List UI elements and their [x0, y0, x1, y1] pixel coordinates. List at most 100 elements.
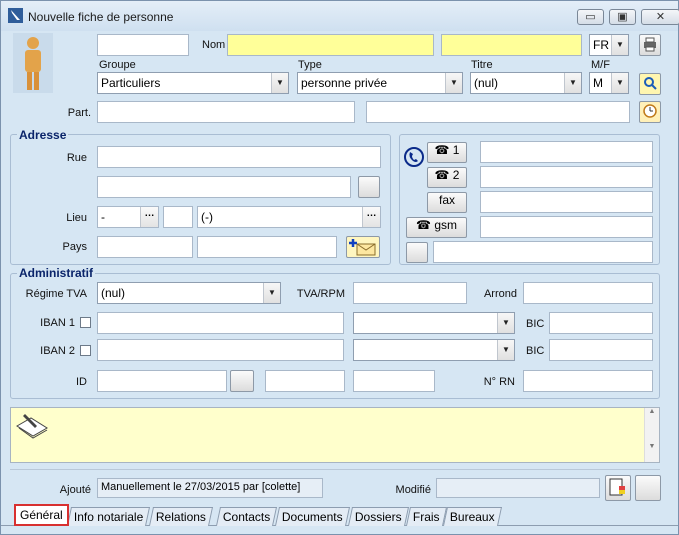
chevron-down-icon: ▼: [497, 340, 514, 360]
language-select[interactable]: FR ▼: [589, 34, 629, 56]
notes-scrollbar[interactable]: ▲ ▼: [644, 408, 659, 462]
nom-field[interactable]: [227, 34, 434, 56]
mf-label: M/F: [591, 59, 610, 71]
modifie-label: Modifié: [395, 484, 431, 496]
phone-icon: [404, 147, 424, 167]
titre-select[interactable]: (nul) ▼: [470, 72, 582, 94]
gender-value: M: [593, 76, 603, 90]
tab-info-notariale[interactable]: Info notariale: [66, 507, 151, 526]
person-form-window: Nouvelle fiche de personne ▭ ▣ ✕ Nom FR …: [0, 0, 679, 535]
tab-bureaux[interactable]: Bureaux: [442, 507, 502, 526]
magnifier-icon: [644, 77, 657, 90]
rue-field-2[interactable]: [97, 176, 351, 198]
minimize-button[interactable]: ▭: [577, 9, 604, 25]
tva-field[interactable]: [353, 282, 467, 304]
rn-label: N° RN: [483, 376, 515, 388]
iban2-checkbox[interactable]: [80, 345, 91, 356]
browse-city-button[interactable]: …: [362, 207, 380, 227]
tab-relations[interactable]: Relations: [148, 507, 214, 526]
groupe-label: Groupe: [99, 59, 136, 71]
iban1-field[interactable]: [97, 312, 344, 334]
browse-postal-button[interactable]: …: [140, 207, 158, 227]
groupe-select[interactable]: Particuliers ▼: [97, 72, 289, 94]
gender-select[interactable]: M ▼: [589, 72, 629, 94]
arrond-field[interactable]: [523, 282, 653, 304]
rue-field[interactable]: [97, 146, 381, 168]
city-field[interactable]: (-) …: [197, 206, 381, 228]
regime-value: (nul): [101, 286, 126, 300]
tab-contacts[interactable]: Contacts: [215, 507, 278, 526]
fax-button[interactable]: fax: [427, 192, 467, 213]
chevron-down-icon: ▼: [611, 35, 628, 55]
id-label: ID: [76, 376, 87, 388]
email-field[interactable]: [433, 241, 653, 263]
add-envelope-icon: [349, 239, 376, 256]
postal-suffix-field[interactable]: [163, 206, 193, 228]
add-address-button[interactable]: [346, 236, 380, 258]
phone2-button[interactable]: ☎ 2: [427, 167, 467, 188]
color-tag-icon: [609, 478, 625, 496]
rn-field[interactable]: [523, 370, 653, 392]
bic2-field[interactable]: [549, 339, 653, 361]
iban2-bank-select[interactable]: ▼: [353, 339, 515, 361]
nom-field-2[interactable]: [441, 34, 582, 56]
id-field-3[interactable]: [353, 370, 435, 392]
regime-select[interactable]: (nul) ▼: [97, 282, 281, 304]
id-button[interactable]: [230, 370, 254, 392]
chevron-down-icon: ▼: [611, 73, 628, 93]
phone2-label: 2: [452, 168, 460, 182]
clock-icon: [643, 104, 657, 118]
first-name-field[interactable]: [97, 34, 189, 56]
tab-general[interactable]: Général: [14, 504, 69, 526]
person-photo[interactable]: [13, 33, 53, 93]
iban2-field[interactable]: [97, 339, 344, 361]
pays-label: Pays: [62, 241, 87, 253]
language-value: FR: [593, 38, 609, 52]
pays-code-field[interactable]: [97, 236, 193, 258]
gsm-field[interactable]: [480, 216, 653, 238]
app-icon: [8, 8, 23, 23]
person-icon: [25, 37, 41, 90]
id-field[interactable]: [97, 370, 227, 392]
tab-bureaux-label: Bureaux: [449, 510, 495, 524]
chevron-down-icon: ▼: [263, 283, 280, 303]
window-title: Nouvelle fiche de personne: [28, 10, 174, 24]
bic1-field[interactable]: [549, 312, 653, 334]
tab-dossiers-label: Dossiers: [354, 510, 402, 524]
gsm-button[interactable]: ☎ gsm: [406, 217, 467, 238]
id-field-2[interactable]: [265, 370, 345, 392]
lieu-label: Lieu: [66, 212, 87, 224]
tab-documents-label: Documents: [281, 510, 343, 524]
phone1-field[interactable]: [480, 141, 653, 163]
phone2-field[interactable]: [480, 166, 653, 188]
phone1-button[interactable]: ☎ 1: [427, 142, 467, 163]
color-tag-button[interactable]: [605, 475, 631, 501]
footer-extra-button[interactable]: [635, 475, 661, 501]
phone-small-icon: ☎: [434, 143, 450, 157]
titre-label: Titre: [471, 59, 493, 71]
tab-dossiers[interactable]: Dossiers: [347, 507, 409, 526]
part-field-2[interactable]: [366, 101, 630, 123]
search-button[interactable]: [639, 73, 661, 95]
printer-icon: [644, 37, 656, 52]
postal-code-field[interactable]: - …: [97, 206, 159, 228]
ajoute-field: Manuellement le 27/03/2015 par [colette]: [97, 478, 323, 498]
regime-label: Régime TVA: [25, 288, 87, 300]
part-field[interactable]: [97, 101, 355, 123]
tab-frais[interactable]: Frais: [405, 507, 447, 526]
print-button[interactable]: [639, 34, 661, 56]
titre-value: (nul): [474, 76, 499, 90]
address-extra-button[interactable]: [358, 176, 380, 198]
close-button[interactable]: ✕: [641, 9, 679, 25]
notes-area[interactable]: ▲ ▼: [10, 407, 660, 463]
history-button[interactable]: [639, 101, 661, 123]
iban1-checkbox[interactable]: [80, 317, 91, 328]
fax-field[interactable]: [480, 191, 653, 213]
rue-label: Rue: [66, 152, 87, 164]
tab-documents[interactable]: Documents: [274, 507, 350, 526]
pays-name-field[interactable]: [197, 236, 337, 258]
type-select[interactable]: personne privée ▼: [297, 72, 463, 94]
email-button[interactable]: [406, 242, 428, 263]
restore-button[interactable]: ▣: [609, 9, 636, 25]
iban1-bank-select[interactable]: ▼: [353, 312, 515, 334]
